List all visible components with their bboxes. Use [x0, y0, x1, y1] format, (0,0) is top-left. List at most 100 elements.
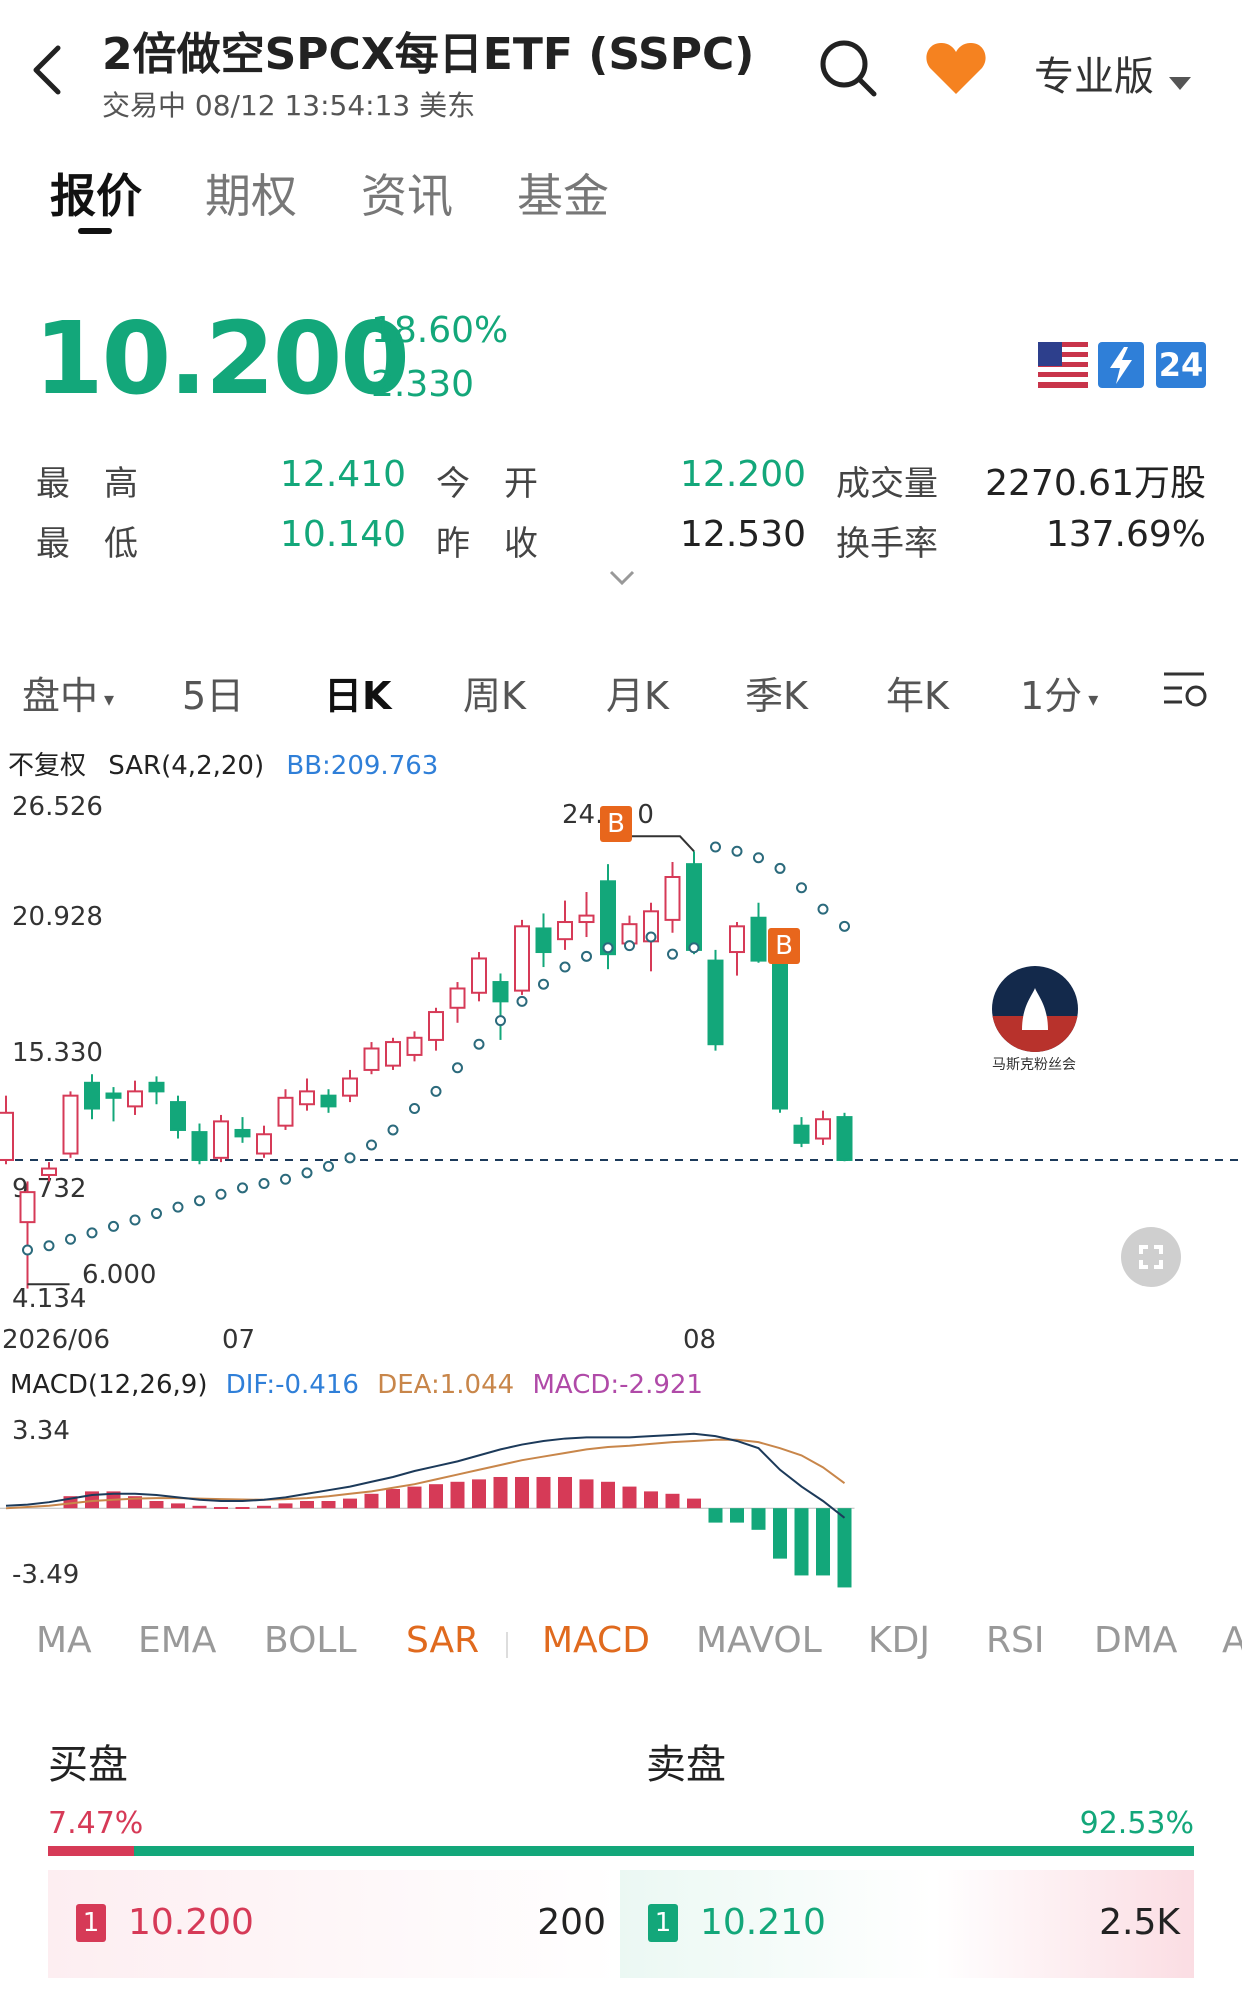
indicator-kdj[interactable]: KDJ [868, 1620, 930, 1661]
candle-body [277, 1096, 294, 1127]
macd-histogram-bar [429, 1484, 443, 1509]
indicator-rsi[interactable]: RSI [986, 1620, 1044, 1661]
indicator-macd[interactable]: MACD [542, 1620, 650, 1661]
caret-down-icon: ▾ [104, 686, 115, 711]
sar-dot [473, 1038, 485, 1050]
low-value: 10.140 [280, 514, 406, 555]
candle-body [385, 1041, 401, 1067]
tab-quote[interactable]: 报价 [50, 160, 142, 226]
candle-body [578, 914, 595, 924]
buy-marker-b[interactable]: B [600, 806, 632, 842]
candle-body [772, 963, 788, 1110]
indicator-mavol[interactable]: MAVOL [696, 1620, 822, 1661]
period-1min[interactable]: 1分 ▾ [1020, 665, 1098, 720]
candle-body [428, 1011, 444, 1041]
indicator-boll[interactable]: BOLL [264, 1620, 357, 1661]
trading-status: 交易中 08/12 13:54:13 美东 [102, 89, 476, 122]
x-tick-label: 2026/06 [2, 1325, 111, 1355]
period-weekly[interactable]: 周K [463, 665, 526, 720]
dea-line [5, 1438, 846, 1510]
indicator-more[interactable]: A [1222, 1620, 1242, 1661]
24h-trading-badge[interactable]: 24 [1156, 342, 1206, 388]
sar-dot [366, 1139, 377, 1151]
lightning-icon[interactable] [1098, 342, 1144, 388]
candle-body [471, 957, 487, 994]
sar-dot [796, 882, 807, 894]
sar-dot [65, 1233, 76, 1245]
bid-row[interactable]: 1 10.200 200 [48, 1870, 620, 1978]
bid-price: 10.200 [128, 1902, 254, 1943]
fullscreen-icon[interactable] [1121, 1227, 1181, 1287]
tab-news[interactable]: 资讯 [361, 160, 453, 226]
chart-settings-icon[interactable] [1160, 668, 1212, 712]
prev-close-label: 昨 收 [436, 524, 538, 564]
sar-dot [86, 1227, 98, 1239]
page-title: 2倍做空SPCX每日ETF (SSPC) [102, 29, 755, 80]
sar-dot [495, 1015, 506, 1027]
sar-dot [409, 1103, 420, 1115]
pro-version-dropdown[interactable]: 专业版 [1034, 44, 1192, 102]
watermark-logo [992, 966, 1078, 1052]
period-5d[interactable]: 5日 [182, 665, 244, 720]
sar-dot [387, 1124, 399, 1136]
period-yearly[interactable]: 年K [886, 665, 949, 720]
macd-histogram-bar [407, 1486, 422, 1509]
us-flag-icon [1038, 342, 1088, 388]
bid-size: 200 [537, 1902, 606, 1943]
tab-options[interactable]: 期权 [205, 160, 297, 226]
sar-dot [215, 1188, 227, 1200]
x-tick-label: 08 [683, 1325, 717, 1355]
macd-histogram-bar [149, 1500, 164, 1509]
buy-marker-b[interactable]: B [768, 928, 800, 964]
sar-dot [430, 1085, 442, 1097]
macd-histogram-bar [300, 1500, 314, 1509]
period-quarterly[interactable]: 季K [745, 665, 808, 720]
indicator-dma[interactable]: DMA [1094, 1620, 1177, 1661]
candle-body [256, 1133, 272, 1155]
candle-body [299, 1090, 315, 1106]
macd-chart[interactable] [0, 1420, 1242, 1600]
indicator-ma[interactable]: MA [36, 1620, 92, 1661]
period-1min-label: 1分 [1020, 674, 1083, 718]
ask-level-badge: 1 [648, 1904, 678, 1942]
macd-histogram-bar [257, 1505, 271, 1509]
back-icon[interactable] [28, 40, 68, 100]
high-value: 12.410 [280, 454, 406, 495]
indicator-ema[interactable]: EMA [138, 1620, 216, 1661]
sar-dot [237, 1182, 248, 1194]
sar-dot [108, 1220, 119, 1232]
macd-histogram-bar [579, 1479, 594, 1509]
candle-body [793, 1124, 810, 1144]
favorite-heart-icon[interactable] [924, 40, 988, 96]
buy-side-title: 买盘 [48, 1742, 128, 1788]
period-monthly[interactable]: 月K [606, 665, 669, 720]
candle-body [342, 1077, 358, 1097]
sar-dot [774, 862, 786, 874]
candle-body [836, 1116, 853, 1161]
sar-dot [172, 1201, 184, 1213]
macd-histogram-bar [515, 1476, 529, 1509]
macd-histogram-bar [536, 1476, 551, 1509]
period-intraday[interactable]: 盘中 ▾ [22, 665, 114, 720]
sar-dot [839, 920, 850, 932]
period-daily[interactable]: 日K [324, 665, 391, 720]
macd-label: MACD(12,26,9) [10, 1370, 208, 1400]
macd-histogram-bar [601, 1481, 615, 1509]
sar-dot [516, 995, 528, 1007]
macd-histogram-bar [493, 1476, 508, 1509]
search-icon[interactable] [818, 38, 878, 98]
ask-row[interactable]: 1 10.210 2.5K [620, 1870, 1194, 1978]
sar-dot [710, 841, 721, 853]
candle-body [148, 1081, 165, 1093]
sell-side-title: 卖盘 [646, 1742, 726, 1788]
macd-histogram-bar [644, 1491, 658, 1509]
macd-histogram-bar [558, 1476, 572, 1509]
open-value: 12.200 [680, 454, 806, 495]
tab-fund[interactable]: 基金 [517, 160, 609, 226]
indicator-sar[interactable]: SAR [406, 1620, 479, 1661]
candle-body [213, 1120, 229, 1159]
macd-histogram-bar [364, 1493, 379, 1509]
expand-stats-icon[interactable] [608, 568, 636, 588]
sar-dot [817, 903, 829, 915]
candle-body [449, 987, 466, 1009]
